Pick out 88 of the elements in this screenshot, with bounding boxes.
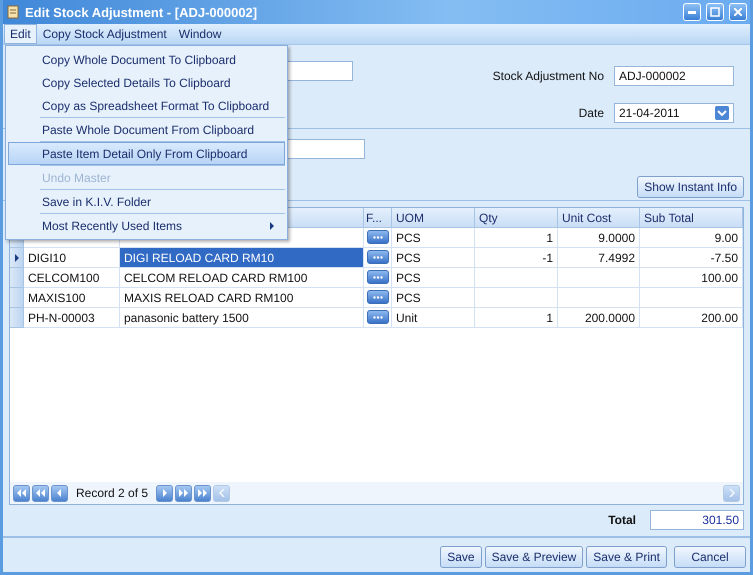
date-field[interactable]: 21-04-2011 — [614, 102, 734, 123]
table-cell: DIGI10 — [24, 248, 120, 268]
table-cell: 100.00 — [640, 268, 743, 288]
window-title: Edit Stock Adjustment - [ADJ-000002] — [25, 4, 258, 20]
previous-page-button[interactable] — [32, 484, 49, 502]
maximize-icon — [710, 7, 720, 17]
previous-record-button[interactable] — [51, 484, 68, 502]
ellipsis-button[interactable] — [367, 250, 389, 264]
menu-item[interactable]: Copy Whole Document To Clipboard — [8, 48, 285, 71]
table-cell: -1 — [475, 248, 558, 268]
adjustment-no-field[interactable]: ADJ-000002 — [614, 66, 734, 86]
submenu-arrow-icon — [268, 222, 276, 230]
menu-bar-item[interactable]: Edit — [4, 24, 37, 44]
action-button[interactable]: Save — [440, 546, 482, 568]
close-icon — [734, 8, 742, 16]
menu-bar-item[interactable]: Copy Stock Adjustment — [36, 24, 173, 44]
column-header[interactable]: Unit Cost — [558, 208, 640, 228]
table-cell: Unit — [392, 308, 475, 328]
field-label: Date — [578, 106, 604, 120]
table-cell: -7.50 — [640, 248, 743, 268]
right-arrow-icon — [160, 489, 170, 497]
close-button[interactable] — [729, 3, 747, 21]
table-cell: PH-N-00003 — [24, 308, 120, 328]
dropdown-icon — [715, 106, 729, 120]
table-cell: 9.0000 — [558, 228, 640, 248]
menu-item[interactable]: Save in K.I.V. Folder — [8, 190, 285, 213]
record-counter: Record 2 of 5 — [75, 486, 150, 500]
input-field[interactable] — [287, 61, 353, 81]
double-left-arrow-icon — [36, 489, 45, 497]
ellipsis-button[interactable] — [367, 270, 389, 284]
field-label: Stock Adjustment No — [492, 69, 604, 84]
skip-back-icon — [17, 489, 26, 497]
ellipsis-button[interactable] — [367, 290, 389, 304]
double-right-arrow-icon — [179, 489, 188, 497]
column-header[interactable]: Qty — [475, 208, 558, 228]
ellipsis-icon — [373, 296, 383, 298]
row-indicator[interactable] — [10, 248, 24, 268]
ellipsis-icon — [373, 256, 383, 258]
last-record-button[interactable] — [194, 484, 212, 502]
table-cell: MAXIS100 — [24, 288, 120, 308]
next-page-button[interactable] — [175, 484, 192, 502]
table-cell: 1 — [475, 308, 558, 328]
right-chevron-icon — [728, 489, 734, 497]
menu-item[interactable]: Paste Whole Document From Clipboard — [8, 118, 285, 141]
table-cell: PCS — [392, 268, 475, 288]
left-chevron-icon — [218, 489, 225, 497]
table-cell: CELCOM RELOAD CARD RM100 — [120, 268, 364, 288]
table-cell: MAXIS RELOAD CARD RM100 — [120, 288, 364, 308]
table-cell: DIGI RELOAD CARD RM10 — [120, 248, 364, 268]
menu-bar-item[interactable]: Window — [172, 24, 228, 44]
table-cell: 7.4992 — [558, 248, 640, 268]
table-cell: PCS — [392, 248, 475, 268]
table-cell: CELCOM100 — [24, 268, 120, 288]
menu-item[interactable]: Copy as Spreadsheet Format To Clipboard — [8, 94, 285, 117]
total-field: 301.50 — [650, 510, 744, 530]
show-instant-info-button[interactable]: Show Instant Info — [637, 176, 744, 198]
table-cell: 1 — [475, 228, 558, 248]
ellipsis-button[interactable] — [367, 230, 389, 244]
table-cell: 9.00 — [640, 228, 743, 248]
action-button[interactable]: Save & Print — [586, 546, 667, 568]
ellipsis-icon — [373, 236, 383, 238]
menu-item[interactable]: Most Recently Used Items — [8, 214, 285, 237]
table-cell: PCS — [392, 228, 475, 248]
table-cell: 200.00 — [640, 308, 743, 328]
minimize-icon — [688, 10, 696, 14]
action-button[interactable]: Cancel — [674, 546, 746, 568]
first-record-button[interactable] — [13, 484, 30, 502]
table-cell: PCS — [392, 288, 475, 308]
skip-forward-icon — [198, 489, 208, 497]
column-header[interactable]: UOM — [392, 208, 475, 228]
ellipsis-icon — [373, 276, 383, 278]
table-cell: 200.0000 — [558, 308, 640, 328]
input-field[interactable] — [287, 139, 365, 159]
ellipsis-button[interactable] — [367, 310, 389, 324]
ellipsis-icon — [373, 316, 383, 318]
minimize-button[interactable] — [683, 3, 701, 21]
total-label: Total — [608, 513, 636, 527]
action-button[interactable]: Save & Preview — [484, 546, 584, 568]
maximize-button[interactable] — [706, 3, 724, 21]
current-row-icon — [12, 254, 20, 262]
next-record-button[interactable] — [156, 484, 174, 502]
column-header[interactable]: Sub Total — [640, 208, 743, 228]
left-arrow-icon — [55, 489, 64, 497]
table-cell: panasonic battery 1500 — [120, 308, 364, 328]
document-icon — [6, 5, 20, 19]
column-header[interactable]: F... — [364, 208, 392, 228]
menu-item[interactable]: Paste Item Detail Only From Clipboard — [8, 142, 285, 165]
menu-item[interactable]: Copy Selected Details To Clipboard — [8, 71, 285, 94]
